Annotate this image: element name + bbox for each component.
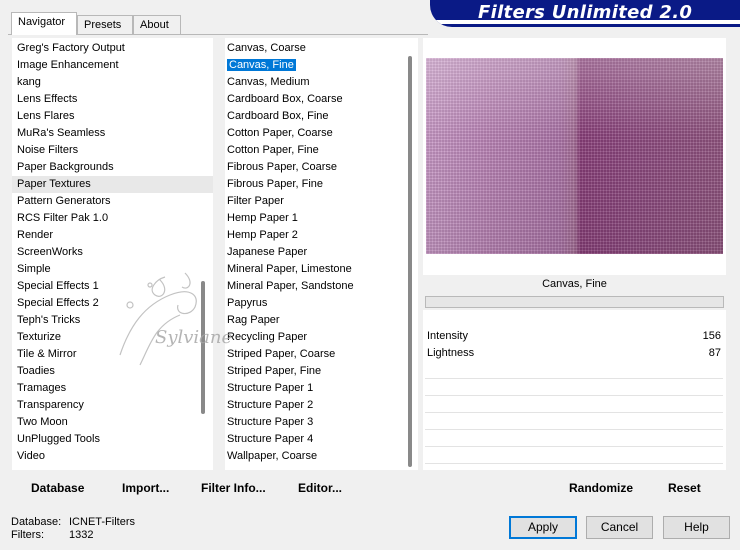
- filter-item-label: Structure Paper 3: [227, 416, 314, 428]
- editor-button[interactable]: Editor...: [298, 481, 342, 495]
- filter-item-label: Cotton Paper, Fine: [227, 144, 319, 156]
- category-item[interactable]: UnPlugged Tools: [12, 431, 213, 448]
- filter-item-label: Cotton Paper, Coarse: [227, 127, 333, 139]
- filter-item[interactable]: Cardboard Box, Coarse: [225, 91, 418, 108]
- param-empty-row: [425, 447, 723, 464]
- category-panel: Greg's Factory Output Image Enhancement ka…: [12, 38, 213, 470]
- status-database-value: ICNET-Filters: [69, 516, 135, 528]
- param-intensity[interactable]: Intensity 156: [425, 328, 723, 345]
- preview-shading: [426, 58, 723, 254]
- tab-bar: Navigator Presets About: [8, 12, 428, 35]
- import-button[interactable]: Import...: [122, 481, 169, 495]
- apply-button[interactable]: Apply: [509, 516, 577, 539]
- category-item[interactable]: Render: [12, 227, 213, 244]
- filter-item-label: Structure Paper 4: [227, 433, 314, 445]
- param-lightness[interactable]: Lightness 87: [425, 345, 723, 362]
- filter-item-label: Cardboard Box, Coarse: [227, 93, 343, 105]
- category-item[interactable]: Paper Backgrounds: [12, 159, 213, 176]
- tab-navigator[interactable]: Navigator: [11, 12, 77, 35]
- filter-item-label: Hemp Paper 1: [227, 212, 298, 224]
- param-intensity-label: Intensity: [427, 330, 468, 342]
- category-item[interactable]: Paper Textures: [12, 176, 213, 193]
- param-lightness-label: Lightness: [427, 347, 475, 359]
- category-item[interactable]: Greg's Factory Output: [12, 40, 213, 57]
- category-item[interactable]: Lens Flares: [12, 108, 213, 125]
- filter-item-label: Canvas, Fine: [226, 58, 297, 72]
- filter-item[interactable]: Fibrous Paper, Fine: [225, 176, 418, 193]
- randomize-button[interactable]: Randomize: [569, 481, 633, 495]
- filter-item-label: Filter Paper: [227, 195, 284, 207]
- filter-item-label: Cardboard Box, Fine: [227, 110, 329, 122]
- filter-item-label: Structure Paper 1: [227, 382, 314, 394]
- category-item[interactable]: Two Moon: [12, 414, 213, 431]
- tab-presets[interactable]: Presets: [77, 15, 133, 34]
- database-button[interactable]: Database: [31, 481, 84, 495]
- param-empty-row: [425, 379, 723, 396]
- filter-name-display: Canvas, Fine: [542, 278, 607, 290]
- param-empty-row: [425, 430, 723, 447]
- category-item[interactable]: kang: [12, 74, 213, 91]
- filter-info-button[interactable]: Filter Info...: [201, 481, 266, 495]
- filter-item-label: Fibrous Paper, Fine: [227, 178, 323, 190]
- filter-item[interactable]: Filter Paper: [225, 193, 418, 210]
- param-empty-row: [425, 413, 723, 430]
- filter-item-label: Japanese Paper: [227, 246, 308, 258]
- filter-item[interactable]: Fibrous Paper, Coarse: [225, 159, 418, 176]
- category-item[interactable]: Image Enhancement: [12, 57, 213, 74]
- category-item[interactable]: MuRa's Seamless: [12, 125, 213, 142]
- filter-item[interactable]: Canvas, Fine: [225, 57, 418, 74]
- param-empty-row: [425, 396, 723, 413]
- filter-item-label: Wallpaper, Coarse: [227, 450, 318, 462]
- status-filters-label: Filters:: [11, 529, 44, 541]
- param-intensity-value: 156: [702, 330, 721, 342]
- filter-item[interactable]: Hemp Paper 2: [225, 227, 418, 244]
- progress-bar: [425, 296, 724, 308]
- filter-item[interactable]: Cotton Paper, Fine: [225, 142, 418, 159]
- category-item[interactable]: Transparency: [12, 397, 213, 414]
- category-item[interactable]: Video: [12, 448, 213, 465]
- status-filters-value: 1332: [69, 529, 94, 541]
- filter-item[interactable]: Cotton Paper, Coarse: [225, 125, 418, 142]
- filter-item-label: Canvas, Coarse: [227, 42, 306, 54]
- filter-item[interactable]: Wallpaper, Coarse: [225, 448, 418, 465]
- tab-about[interactable]: About: [133, 15, 181, 34]
- filter-item[interactable]: Structure Paper 4: [225, 431, 418, 448]
- category-item[interactable]: Tramages: [12, 380, 213, 397]
- filter-item[interactable]: Structure Paper 3: [225, 414, 418, 431]
- reset-button[interactable]: Reset: [668, 481, 701, 495]
- category-item[interactable]: Noise Filters: [12, 142, 213, 159]
- filter-scrollbar[interactable]: [408, 56, 412, 467]
- category-item[interactable]: Lens Effects: [12, 91, 213, 108]
- filter-list[interactable]: Canvas, Coarse Canvas, Fine Canvas, Medium…: [225, 40, 418, 465]
- filter-panel: Canvas, Coarse Canvas, Fine Canvas, Medium…: [225, 38, 418, 470]
- watermark-signature: Sylviane: [119, 272, 232, 366]
- preview-image[interactable]: [426, 58, 723, 254]
- category-item[interactable]: RCS Filter Pak 1.0: [12, 210, 213, 227]
- filter-item[interactable]: Canvas, Coarse: [225, 40, 418, 57]
- filter-item-label: Hemp Paper 2: [227, 229, 298, 241]
- filter-item[interactable]: Structure Paper 2: [225, 397, 418, 414]
- filter-item-label: Structure Paper 2: [227, 399, 314, 411]
- category-list[interactable]: Greg's Factory Output Image Enhancement ka…: [12, 40, 213, 465]
- filter-item[interactable]: Hemp Paper 1: [225, 210, 418, 227]
- filter-item-label: Fibrous Paper, Coarse: [227, 161, 338, 173]
- filter-item[interactable]: Japanese Paper: [225, 244, 418, 261]
- title-banner: Filters Unlimited 2.0: [430, 0, 740, 27]
- watermark-text: Sylviane: [155, 327, 232, 348]
- banner-title: Filters Unlimited 2.0: [478, 2, 693, 23]
- filter-item[interactable]: Canvas, Medium: [225, 74, 418, 91]
- filter-item[interactable]: Cardboard Box, Fine: [225, 108, 418, 125]
- cancel-button[interactable]: Cancel: [586, 516, 653, 539]
- filter-item-label: Canvas, Medium: [227, 76, 310, 88]
- filter-item[interactable]: Structure Paper 1: [225, 380, 418, 397]
- param-empty-row: [425, 362, 723, 379]
- param-lightness-value: 87: [708, 347, 721, 359]
- category-item[interactable]: ScreenWorks: [12, 244, 213, 261]
- help-button[interactable]: Help: [663, 516, 730, 539]
- param-grid: Intensity 156 Lightness 87: [425, 328, 723, 464]
- category-item[interactable]: Pattern Generators: [12, 193, 213, 210]
- status-database-label: Database:: [11, 516, 62, 528]
